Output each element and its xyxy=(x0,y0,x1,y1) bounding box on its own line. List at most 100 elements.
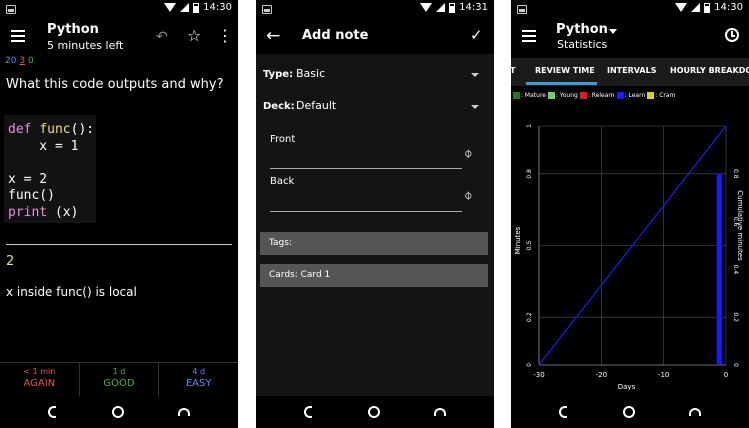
learning-count: 3 xyxy=(19,56,26,66)
legend-item-learn: : Learn xyxy=(616,91,646,99)
toolbar: Python 5 minutes left ↶ ☆ ⋮ xyxy=(0,20,238,54)
back-icon[interactable] xyxy=(559,406,567,418)
deck-select[interactable]: Default xyxy=(296,99,336,112)
legend-swatch xyxy=(616,91,624,99)
cards-button[interactable]: Cards: Card 1 xyxy=(260,264,488,287)
status-bar: 14:30 xyxy=(0,0,238,20)
front-attach-icon[interactable]: ⌀ xyxy=(460,145,475,160)
tab-previous[interactable]: T xyxy=(511,66,515,75)
screen-subtitle: Statistics xyxy=(557,38,608,51)
code-text: (x) xyxy=(47,204,79,220)
x-axis-label: Days xyxy=(618,383,636,391)
easy-label: EASY xyxy=(185,378,212,389)
y-tick-label: 0.5 xyxy=(526,241,533,251)
back-icon[interactable] xyxy=(48,406,56,418)
back-field[interactable] xyxy=(270,211,462,212)
code-line: x = 1 xyxy=(8,138,79,154)
code-line: func() xyxy=(8,188,55,203)
again-interval: < 1 min xyxy=(23,367,56,376)
wifi-icon xyxy=(164,3,177,12)
image-notification-icon xyxy=(6,5,16,14)
again-label: AGAIN xyxy=(23,378,56,389)
front-field[interactable] xyxy=(270,168,462,169)
signal-icon xyxy=(436,3,446,12)
x-tick-label: 0 xyxy=(724,371,728,379)
signal-icon xyxy=(180,3,190,12)
home-icon[interactable] xyxy=(623,406,635,418)
type-select[interactable]: Basic xyxy=(296,67,325,80)
legend-label: : Relearn xyxy=(587,91,615,99)
back-icon[interactable] xyxy=(304,406,312,418)
easy-interval: 4 d xyxy=(192,367,206,376)
deck-dropdown-icon[interactable] xyxy=(471,105,479,109)
tab-hourly-breakdown[interactable]: HOURLY BREAKDOWN xyxy=(670,66,749,75)
recents-icon[interactable] xyxy=(178,408,190,416)
legend-label: : Learn xyxy=(624,91,646,99)
tab-intervals[interactable]: INTERVALS xyxy=(607,66,656,75)
tags-button[interactable]: Tags: xyxy=(260,232,488,255)
deck-label: Deck: xyxy=(263,101,295,112)
status-time: 14:30 xyxy=(714,2,743,13)
back-label: Back xyxy=(270,176,295,187)
reviewer-screen: 14:30 Python 5 minutes left ↶ ☆ ⋮ 20 3 0… xyxy=(0,0,238,428)
save-check-icon[interactable]: ✓ xyxy=(470,26,483,44)
y-tick-label: 0.8 xyxy=(526,169,533,179)
status-time: 14:31 xyxy=(459,2,488,13)
wifi-icon xyxy=(420,3,433,12)
y2-axis-label: Cumulative minutes xyxy=(736,190,744,261)
note-form: Type: Basic Deck: Default Front ⌀ Back ⌀… xyxy=(256,54,494,396)
back-attach-icon[interactable]: ⌀ xyxy=(460,187,475,202)
deck-dropdown-icon[interactable] xyxy=(609,29,617,34)
legend-swatch xyxy=(513,91,520,99)
good-button[interactable]: 1 d GOOD xyxy=(79,362,160,396)
time-left: 5 minutes left xyxy=(47,39,124,52)
card-explanation: x inside func() is local xyxy=(6,285,137,299)
easy-button[interactable]: 4 d EASY xyxy=(159,362,238,396)
undo-icon[interactable]: ↶ xyxy=(156,29,168,45)
toolbar: Python Statistics xyxy=(511,20,749,54)
battery-icon xyxy=(193,2,200,13)
code-block: def func(): x = 1 x = 2 func() print (x) xyxy=(4,115,96,223)
recents-icon[interactable] xyxy=(434,408,446,416)
add-note-screen: 14:31 ← Add note ✓ Type: Basic Deck: Def… xyxy=(256,0,494,428)
y2-tick-label: 0.8 xyxy=(732,169,739,179)
menu-icon[interactable] xyxy=(522,30,536,42)
home-icon[interactable] xyxy=(368,406,380,418)
deck-title[interactable]: Python xyxy=(556,22,608,37)
legend-swatch xyxy=(579,91,587,99)
code-keyword: print xyxy=(8,204,48,220)
clock-icon[interactable] xyxy=(725,28,739,42)
y2-tick-label: 0.2 xyxy=(732,312,739,322)
legend-item-mature: : Mature xyxy=(513,91,546,99)
star-icon[interactable]: ☆ xyxy=(187,26,201,45)
recents-icon[interactable] xyxy=(689,408,701,416)
statistics-screen: 14:30 Python Statistics T REVIEW TIME IN… xyxy=(511,0,749,428)
card-counts: 20 3 0 xyxy=(5,56,34,66)
navigation-bar xyxy=(511,396,749,428)
code-function: func xyxy=(39,122,71,137)
tab-review-time[interactable]: REVIEW TIME xyxy=(535,66,595,75)
y-tick-label: 1 xyxy=(526,124,533,128)
more-options-icon[interactable]: ⋮ xyxy=(217,26,233,45)
battery-icon xyxy=(449,2,456,13)
answer-buttons: < 1 min AGAIN 1 d GOOD 4 d EASY xyxy=(0,362,238,396)
screen-title: Add note xyxy=(302,28,369,43)
toolbar: ← Add note ✓ xyxy=(256,20,494,54)
home-icon[interactable] xyxy=(112,406,124,418)
chart-bar xyxy=(716,173,722,365)
y2-tick-label: 0 xyxy=(732,363,739,367)
menu-icon[interactable] xyxy=(11,30,25,42)
x-tick-label: -10 xyxy=(658,371,669,379)
card-question: What this code outputs and why? xyxy=(6,77,224,92)
deck-title: Python xyxy=(47,22,99,37)
legend-item-young: : Young xyxy=(547,91,578,99)
legend-label: : Young xyxy=(555,91,578,99)
x-tick-label: -30 xyxy=(533,371,544,379)
type-dropdown-icon[interactable] xyxy=(471,73,479,77)
navigation-bar xyxy=(256,396,494,428)
back-arrow-icon[interactable]: ← xyxy=(266,26,280,46)
again-button[interactable]: < 1 min AGAIN xyxy=(0,362,80,396)
legend-item-cram: : Cram xyxy=(647,91,675,99)
answer-divider xyxy=(6,244,232,245)
battery-icon xyxy=(704,2,711,13)
